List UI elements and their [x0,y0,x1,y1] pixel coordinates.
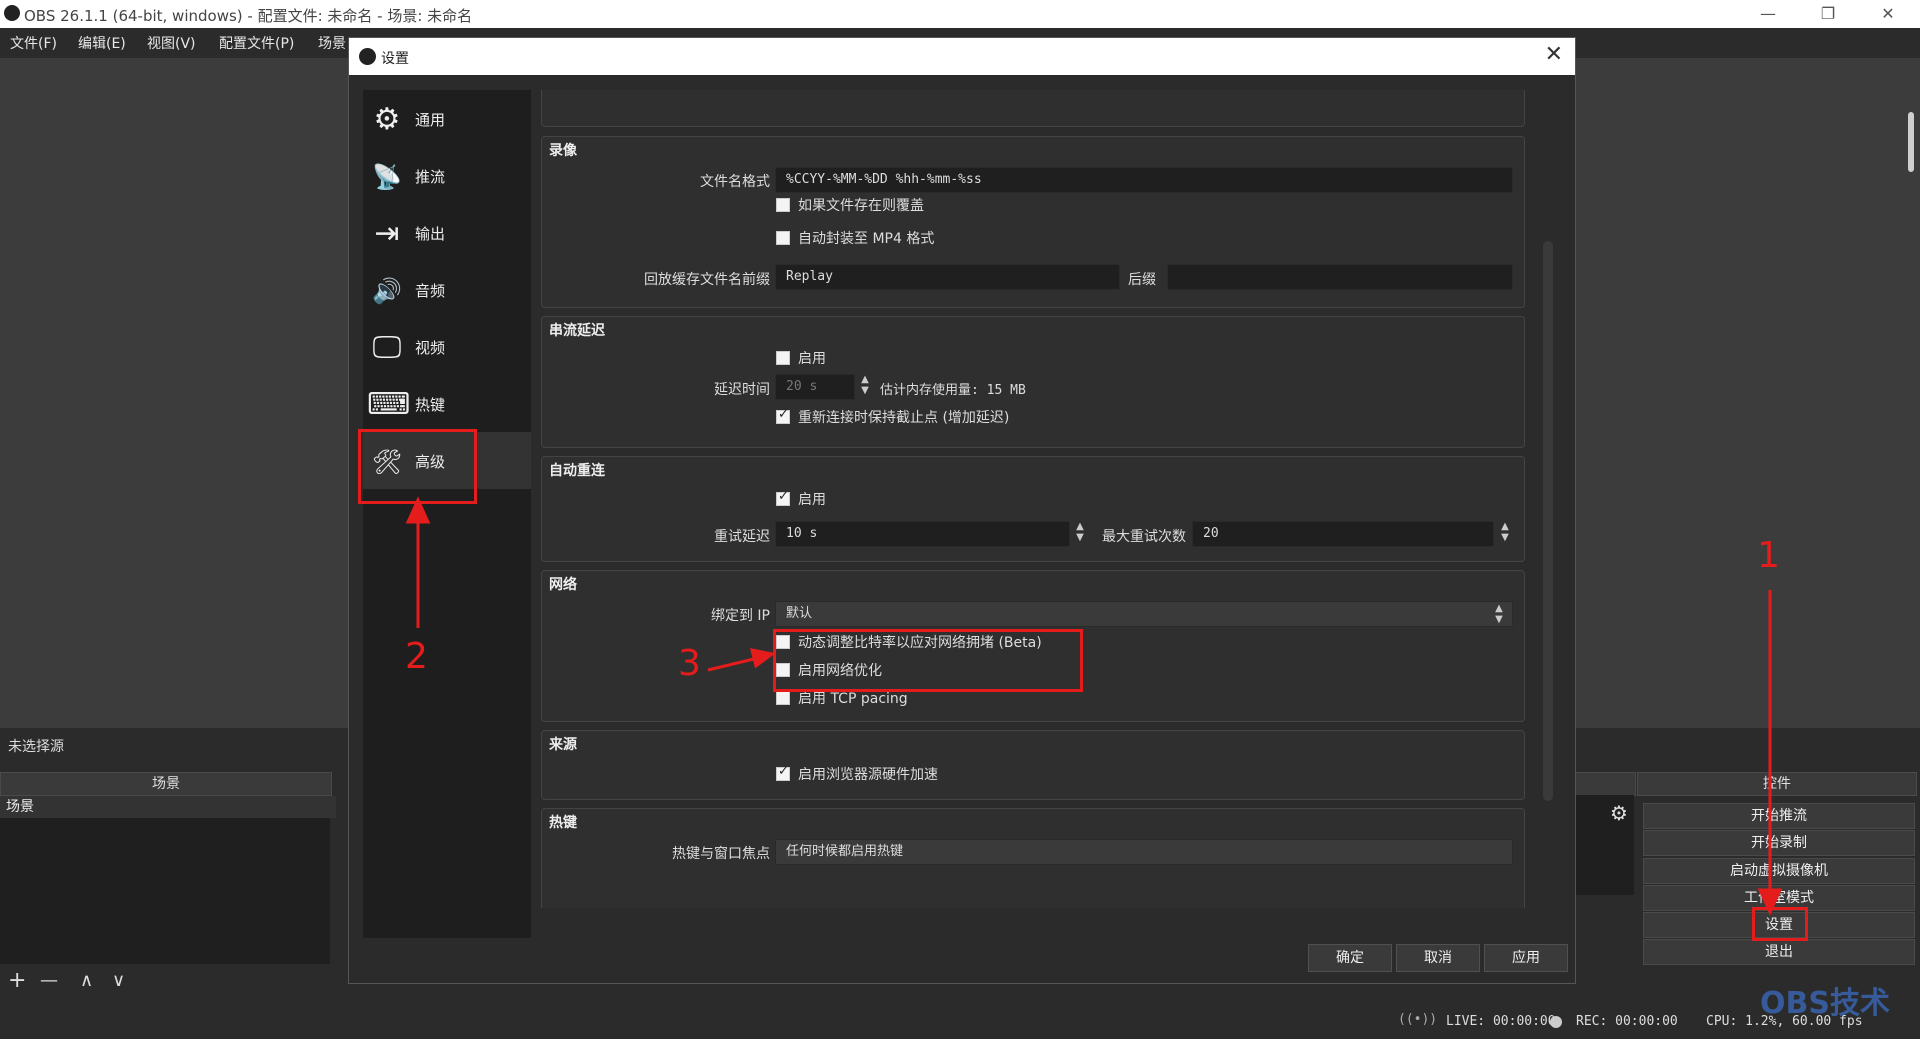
arrow-2-head [405,496,431,524]
annotation-number-1: 1 [1757,535,1780,576]
annotation-number-2: 2 [405,636,428,677]
arrow-1-head [1757,888,1783,916]
arrow-3-line [707,656,759,672]
annotation-number-3: 3 [678,643,701,684]
arrow-3-head [749,648,776,669]
annotation-arrows [405,496,1783,916]
